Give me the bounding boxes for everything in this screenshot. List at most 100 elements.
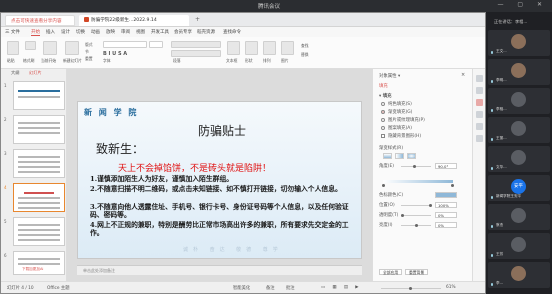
new-slide-icon[interactable] bbox=[65, 41, 79, 55]
fill-option-radio-selected[interactable] bbox=[381, 110, 385, 114]
slide-thumbnail[interactable] bbox=[13, 217, 65, 246]
fill-option-radio[interactable] bbox=[381, 118, 385, 122]
slide[interactable]: 新 闻 学 院 防骗贴士 致新生： 天上不会掉馅饼，不是砖头就是陷阱！ 1.谨慎… bbox=[77, 101, 362, 259]
participant-tile[interactable]: 李... bbox=[488, 262, 550, 288]
zoom-value[interactable]: 61% bbox=[446, 285, 456, 290]
ribbon-replace-label[interactable]: 替换 bbox=[301, 52, 309, 58]
ppt-icon bbox=[84, 17, 89, 22]
position-input[interactable]: 100% bbox=[435, 202, 457, 208]
zoom-slider-knob[interactable] bbox=[409, 287, 412, 290]
ribbon-reset-label[interactable]: 重置 bbox=[85, 56, 93, 62]
menu-animation[interactable]: 动画 bbox=[91, 29, 100, 35]
props-section-fill[interactable]: ▾ 填充 bbox=[379, 93, 392, 99]
participant-tile[interactable]: 文华... bbox=[488, 146, 550, 172]
gradient-stop[interactable] bbox=[382, 184, 385, 187]
angle-slider-knob[interactable] bbox=[413, 165, 416, 168]
transparency-slider[interactable] bbox=[401, 215, 431, 217]
textbox-icon[interactable] bbox=[227, 41, 240, 55]
paste-icon[interactable] bbox=[7, 41, 19, 55]
mic-icon bbox=[491, 109, 493, 112]
slide-thumbnail-active[interactable] bbox=[13, 183, 65, 212]
arrange-icon[interactable] bbox=[263, 41, 276, 55]
hide-background-checkbox[interactable] bbox=[381, 134, 385, 138]
comments-button[interactable]: 批注 bbox=[286, 285, 295, 291]
gradient-stop-bar[interactable] bbox=[383, 180, 453, 183]
menu-design[interactable]: 设计 bbox=[61, 29, 70, 35]
view-mode-buttons[interactable]: ▭ ▦ ▤ ▶ bbox=[321, 285, 362, 290]
reset-background-button[interactable]: 重置背景 bbox=[405, 269, 429, 275]
menu-devtools[interactable]: 开发工具 bbox=[151, 29, 169, 35]
tab-document[interactable]: 防骗学院22级新生...2022.9.14 bbox=[79, 15, 189, 26]
angle-slider[interactable] bbox=[401, 166, 431, 168]
menu-view[interactable]: 视图 bbox=[136, 29, 145, 35]
notes-button[interactable]: 备注 bbox=[266, 285, 275, 291]
notes-area[interactable]: 单击此处添加备注 bbox=[77, 265, 362, 275]
tab-slides[interactable]: 幻灯片 bbox=[29, 70, 42, 76]
format-painter-icon[interactable] bbox=[25, 41, 36, 50]
picture-icon[interactable] bbox=[281, 41, 294, 55]
participant-tile[interactable]: 李明... bbox=[488, 59, 550, 85]
ribbon-layout-label[interactable]: 版式 bbox=[85, 42, 93, 48]
transparency-input[interactable]: 0% bbox=[435, 212, 457, 218]
gradient-style-swatch[interactable] bbox=[383, 153, 392, 159]
participant-tile[interactable]: 王文... bbox=[488, 30, 550, 56]
menu-file[interactable]: 三 文件 bbox=[5, 29, 20, 35]
transition-icon[interactable] bbox=[476, 123, 483, 130]
position-slider[interactable] bbox=[401, 205, 431, 207]
participant-tile[interactable]: 蔡杰 bbox=[488, 204, 550, 230]
menu-search-command[interactable]: 查找命令 bbox=[223, 29, 241, 35]
window-controls[interactable]: — ▢ ✕ bbox=[497, 1, 548, 8]
props-tab-fill[interactable]: 填充 bbox=[379, 83, 388, 89]
font-style-buttons[interactable]: B I U S A bbox=[103, 51, 127, 57]
participant-tile[interactable]: 安平 新闻学院王安平 bbox=[488, 175, 550, 201]
object-properties-pane: 对象属性 ▾ × 填充 ▾ 填充 纯色填充(S) 渐变填充(G) 图片或纹理填充… bbox=[372, 69, 472, 281]
slide-thumbnail[interactable] bbox=[13, 115, 65, 144]
menu-insert[interactable]: 插入 bbox=[46, 29, 55, 35]
close-icon[interactable]: × bbox=[461, 72, 465, 78]
menu-transition[interactable]: 切换 bbox=[76, 29, 85, 35]
menu-member[interactable]: 会员专享 bbox=[174, 29, 192, 35]
more-icon[interactable] bbox=[476, 135, 483, 142]
slide-thumbnail[interactable] bbox=[13, 149, 65, 178]
smart-beautify-button[interactable]: 智能美化 bbox=[233, 285, 250, 291]
slide-thumbnail[interactable] bbox=[13, 81, 65, 110]
select-icon[interactable] bbox=[476, 75, 483, 82]
align-tools[interactable] bbox=[171, 50, 221, 57]
tab-share-hint[interactable]: 点击可快速查看分享内容 bbox=[5, 15, 75, 26]
ribbon-section-label[interactable]: 节 bbox=[85, 49, 89, 55]
angle-input[interactable]: 90.0° bbox=[435, 163, 457, 169]
participant-tile[interactable]: 王丽... bbox=[488, 117, 550, 143]
add-tab-button[interactable]: + bbox=[193, 15, 203, 26]
ribbon-find-label[interactable]: 查找 bbox=[301, 43, 309, 49]
fill-option-radio[interactable] bbox=[381, 126, 385, 130]
props-header[interactable]: 对象属性 ▾ bbox=[379, 73, 400, 79]
tab-outline[interactable]: 大纲 bbox=[11, 70, 19, 76]
shapes-icon[interactable] bbox=[245, 41, 258, 55]
menu-review[interactable]: 审阅 bbox=[121, 29, 130, 35]
side-toolbar bbox=[472, 69, 485, 281]
participant-tile[interactable]: 王芳 bbox=[488, 233, 550, 259]
menu-docer[interactable]: 稻壳资源 bbox=[197, 29, 215, 35]
gradient-style-swatch[interactable] bbox=[407, 153, 416, 159]
paragraph-tools[interactable] bbox=[171, 41, 221, 48]
color-stop-picker[interactable] bbox=[435, 192, 457, 198]
apply-all-button[interactable]: 全部应用 bbox=[379, 269, 403, 275]
menu-start[interactable]: 开始 bbox=[31, 29, 40, 36]
participant-tile[interactable]: 李相... bbox=[488, 88, 550, 114]
brightness-input[interactable]: 0% bbox=[435, 222, 457, 228]
slide-tip-1: 1.谨慎添加陌生人为好友，谨慎加入陌生群组。 bbox=[90, 175, 234, 183]
fill-option-radio[interactable] bbox=[381, 102, 385, 106]
animation-icon[interactable] bbox=[476, 111, 483, 118]
transparency-slider-knob[interactable] bbox=[401, 214, 404, 217]
properties-icon[interactable] bbox=[476, 99, 483, 106]
play-from-current-icon[interactable] bbox=[43, 41, 57, 55]
font-size-select[interactable] bbox=[149, 41, 163, 48]
slide-thumbnail[interactable]: 下载加更加Ai bbox=[13, 251, 65, 275]
style-icon[interactable] bbox=[476, 87, 483, 94]
brightness-slider-knob[interactable] bbox=[415, 224, 418, 227]
gradient-stop[interactable] bbox=[451, 184, 454, 187]
font-family-select[interactable] bbox=[103, 41, 147, 48]
menu-slideshow[interactable]: 放映 bbox=[106, 29, 115, 35]
position-slider-knob[interactable] bbox=[429, 204, 432, 207]
gradient-style-swatch[interactable] bbox=[395, 153, 404, 159]
